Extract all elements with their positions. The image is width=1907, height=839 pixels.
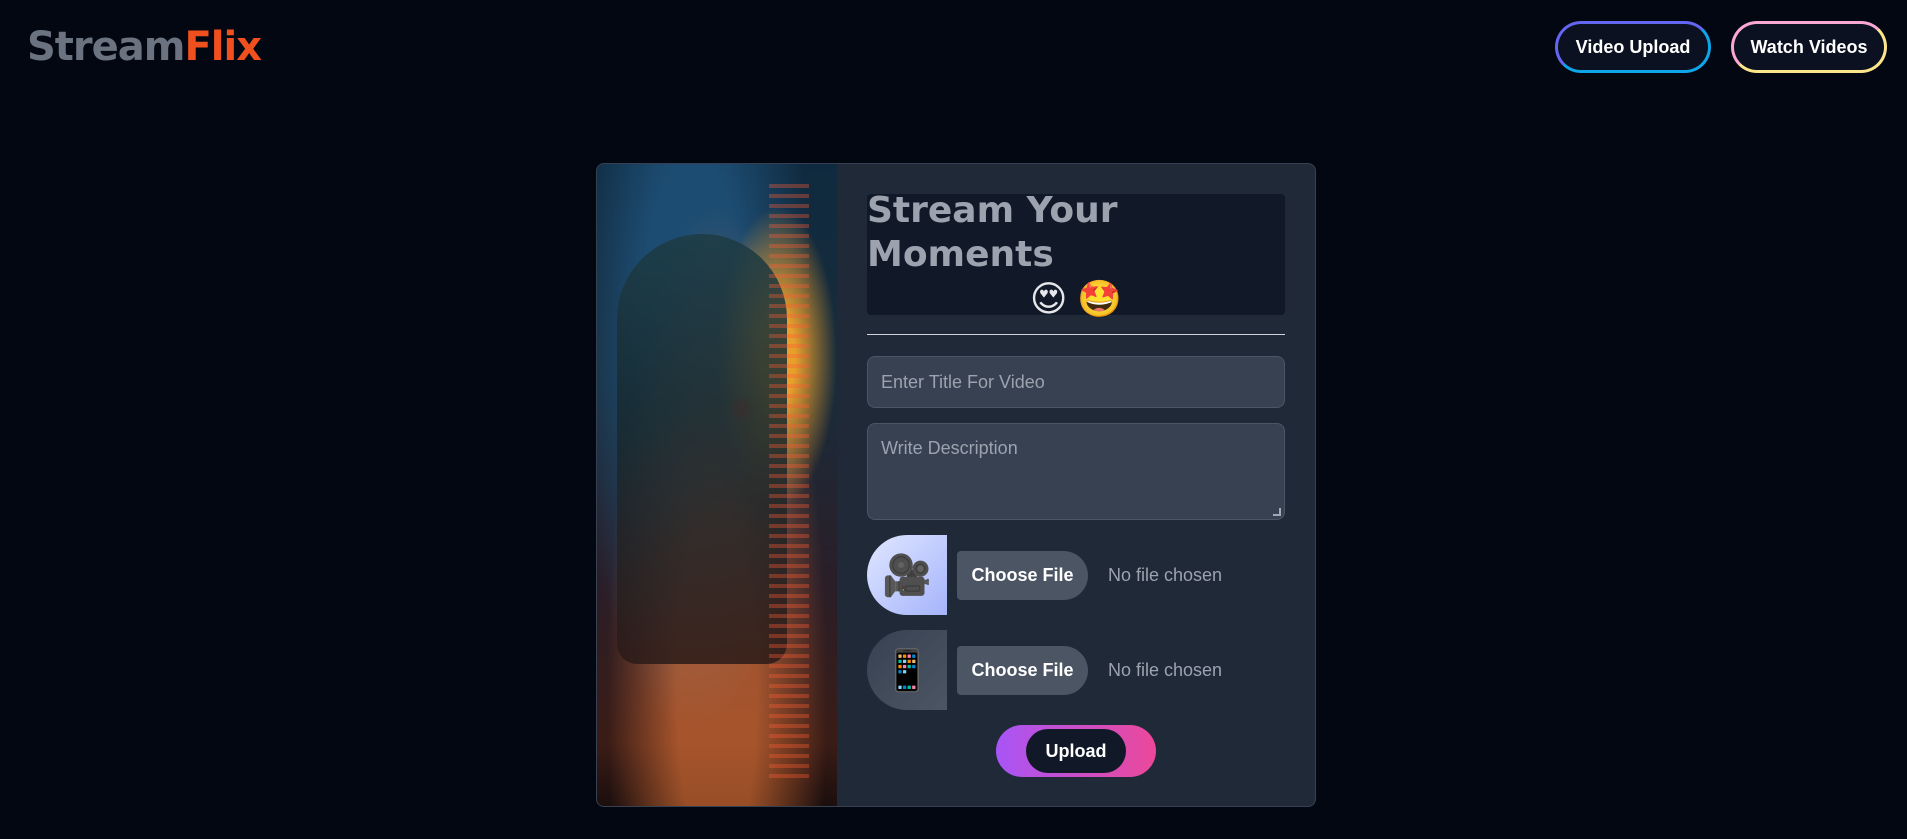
divider: [867, 334, 1285, 335]
thumbnail-file-row: 📱 Choose File No file chosen: [867, 630, 1285, 710]
form-heading: Stream Your Moments: [867, 189, 1118, 275]
video-file-row: 🎥 Choose File No file chosen: [867, 535, 1285, 615]
upload-button[interactable]: Upload: [1026, 729, 1126, 773]
video-file-status: No file chosen: [1108, 564, 1223, 585]
logo-stream: Stream: [27, 24, 185, 70]
video-camera-icon: 🎥: [867, 535, 947, 615]
description-textarea[interactable]: Write Description: [867, 423, 1285, 520]
title-input[interactable]: Enter Title For Video: [867, 356, 1285, 408]
upload-card: Stream Your Moments 😍 🤩 Enter Title For …: [596, 163, 1316, 807]
video-upload-button[interactable]: Video Upload: [1555, 21, 1711, 73]
hero-illustration: [597, 164, 837, 806]
hooded-figure-shape: [617, 234, 787, 664]
resize-handle-icon[interactable]: [1273, 508, 1281, 516]
code-rain-shape: [769, 184, 809, 784]
heading-emoji: 😍 🤩: [1029, 277, 1123, 319]
logo-flix: Flix: [184, 24, 262, 70]
choose-thumbnail-file-button[interactable]: Choose File: [957, 645, 1088, 695]
upload-button-frame[interactable]: Upload: [996, 725, 1156, 777]
form-banner: Stream Your Moments 😍 🤩: [867, 190, 1285, 319]
thumbnail-file-status: No file chosen: [1108, 659, 1223, 680]
description-placeholder: Write Description: [881, 438, 1018, 458]
watch-videos-button[interactable]: Watch Videos: [1731, 21, 1887, 73]
upload-form: Stream Your Moments 😍 🤩 Enter Title For …: [867, 190, 1285, 777]
phone-media-icon: 📱: [867, 630, 947, 710]
logo[interactable]: StreamFlix: [27, 24, 262, 70]
choose-video-file-button[interactable]: Choose File: [957, 550, 1088, 600]
